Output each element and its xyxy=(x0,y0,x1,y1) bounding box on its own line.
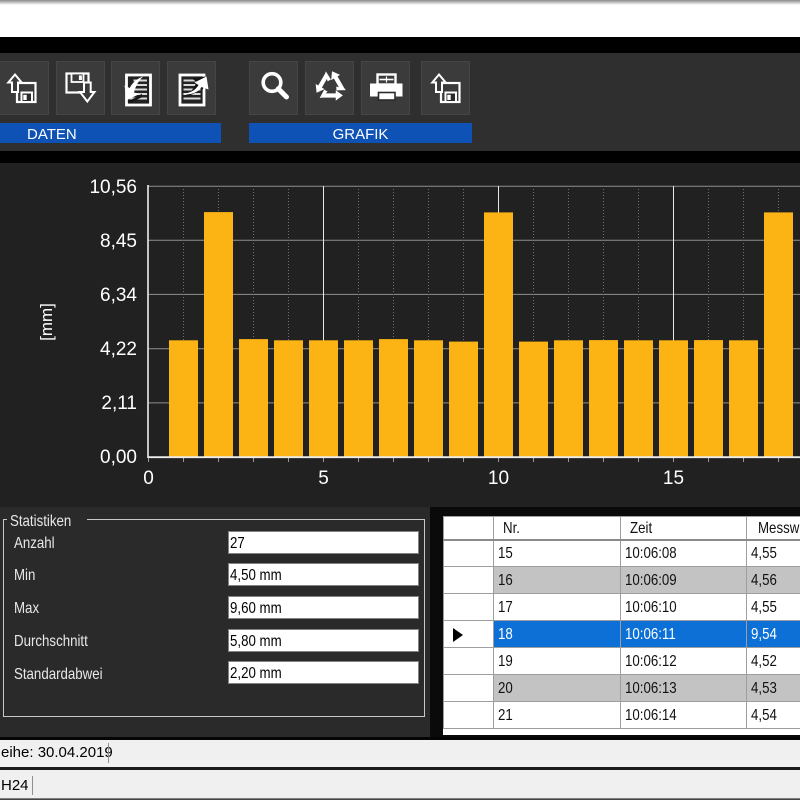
svg-text:[mm]: [mm] xyxy=(37,303,56,341)
svg-text:5: 5 xyxy=(318,468,329,489)
svg-text:15: 15 xyxy=(663,468,684,489)
svg-text:4,22: 4,22 xyxy=(100,339,137,360)
svg-text:6,34: 6,34 xyxy=(100,285,137,306)
svg-text:0: 0 xyxy=(143,468,154,489)
svg-text:8,45: 8,45 xyxy=(100,231,137,252)
svg-text:10: 10 xyxy=(488,468,509,489)
svg-text:2,11: 2,11 xyxy=(101,393,137,414)
svg-text:10,56: 10,56 xyxy=(89,177,137,198)
svg-text:0,00: 0,00 xyxy=(100,447,137,468)
